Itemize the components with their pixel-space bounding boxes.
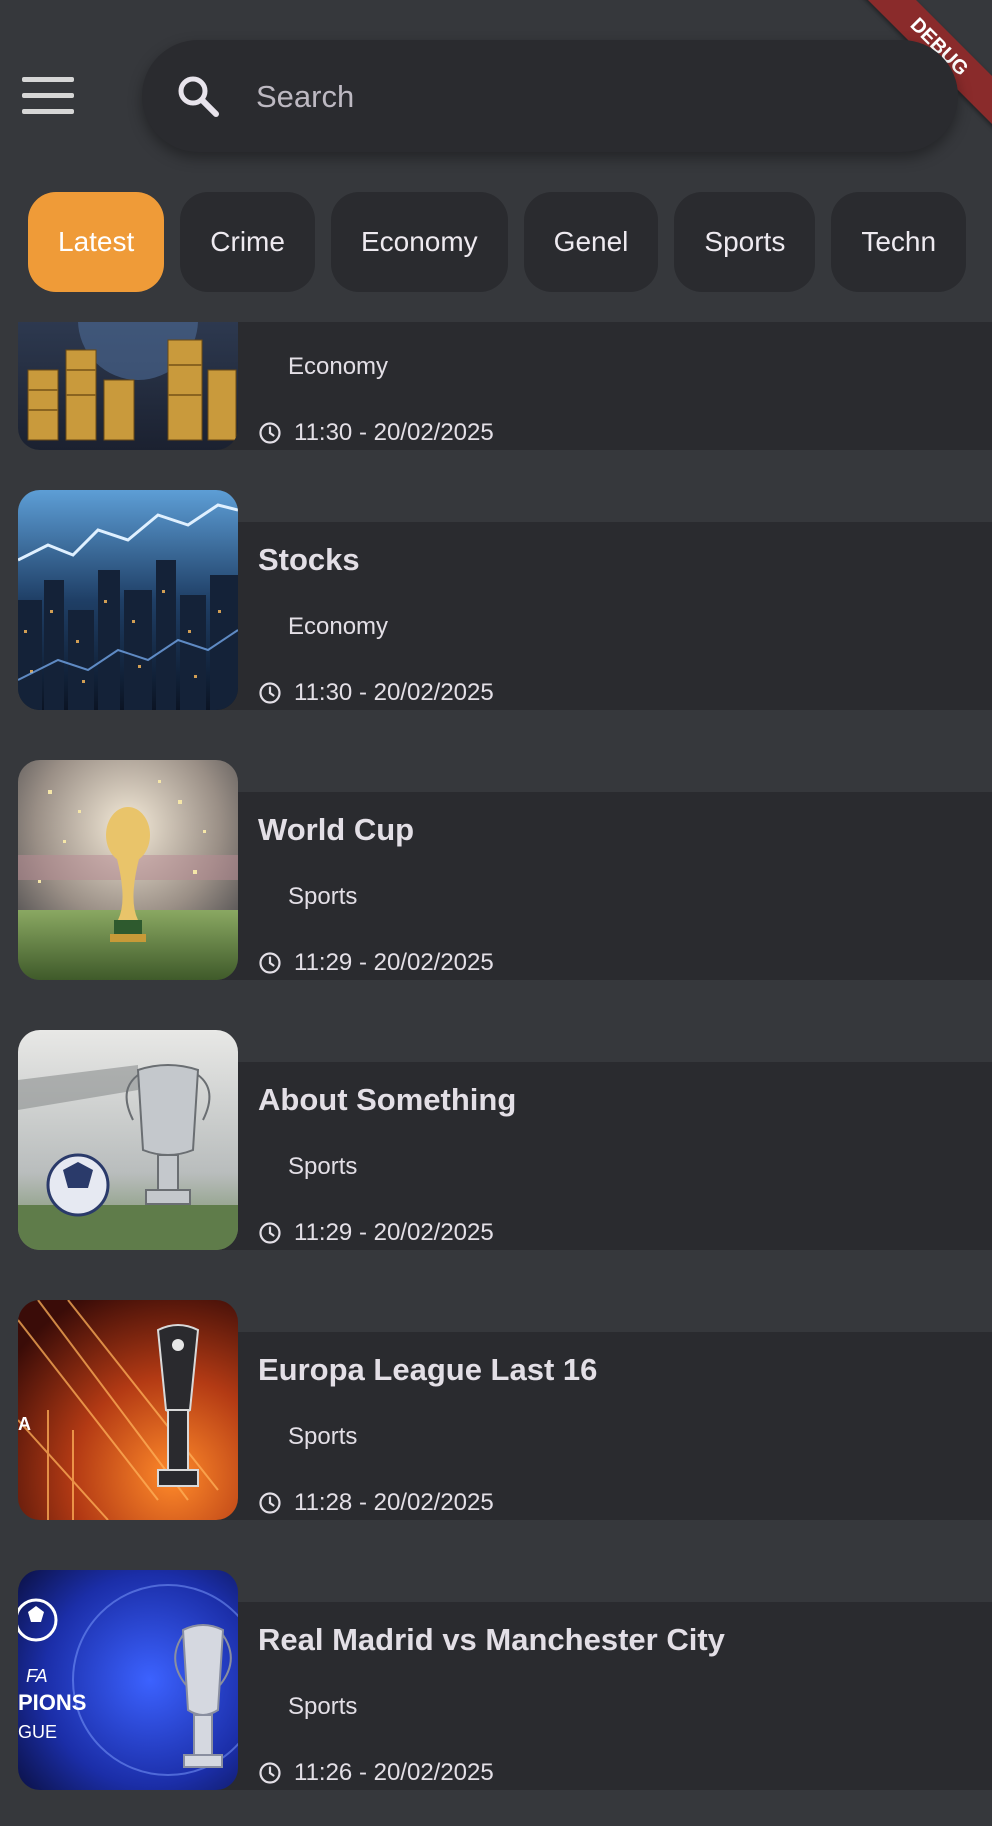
- news-time: 11:28 - 20/02/2025: [294, 1489, 494, 1516]
- news-time-row: 11:29 - 20/02/2025: [258, 1218, 494, 1248]
- news-time-row: 11:26 - 20/02/2025: [258, 1758, 494, 1788]
- news-title: About Something: [258, 1082, 517, 1117]
- category-tabs: Latest Crime Economy Genel Sports Techn: [28, 192, 968, 292]
- news-item[interactable]: A Europa League Last 16 Sports 11:28 - 2…: [0, 1300, 992, 1520]
- clock-icon: [259, 1222, 281, 1244]
- clock-icon: [259, 682, 281, 704]
- news-category: Sports: [288, 1153, 358, 1180]
- news-thumbnail: [18, 760, 238, 980]
- news-time: 11:29 - 20/02/2025: [294, 949, 494, 976]
- news-category: Economy: [288, 613, 389, 640]
- svg-text:PIONS: PIONS: [18, 1690, 86, 1715]
- menu-icon-bar: [22, 109, 74, 114]
- champions-trophy-ball-image: [18, 1030, 238, 1250]
- news-thumbnail: [18, 1030, 238, 1250]
- news-title: Real Madrid vs Manchester City: [258, 1622, 725, 1657]
- news-time: 11:30 - 20/02/2025: [294, 679, 494, 706]
- news-thumbnail: [18, 490, 238, 710]
- news-item[interactable]: Stocks Economy 11:30 - 20/02/2025: [0, 490, 992, 710]
- news-time-row: 11:29 - 20/02/2025: [258, 948, 494, 978]
- news-category: Sports: [288, 1423, 358, 1450]
- news-thumbnail: FA PIONS GUE: [18, 1570, 238, 1790]
- search-input[interactable]: [254, 66, 918, 128]
- city-stock-chart-image: [18, 490, 238, 710]
- champions-league-image: FA PIONS GUE: [18, 1570, 238, 1790]
- news-category: Sports: [288, 883, 358, 910]
- news-category: Economy: [288, 353, 389, 380]
- clock-icon: [259, 422, 281, 444]
- news-time: 11:26 - 20/02/2025: [294, 1759, 494, 1786]
- news-title: Europa League Last 16: [258, 1352, 598, 1387]
- news-title: World Cup: [258, 812, 415, 847]
- clock-icon: [259, 952, 281, 974]
- news-thumbnail: [18, 322, 238, 450]
- category-chip-latest[interactable]: Latest: [28, 192, 165, 292]
- category-chip-crime[interactable]: Crime: [180, 192, 315, 292]
- news-time-row: 11:30 - 20/02/2025: [258, 418, 494, 448]
- clock-icon: [259, 1492, 281, 1514]
- news-item[interactable]: Economy 11:30 - 20/02/2025: [0, 322, 992, 450]
- news-item[interactable]: About Something Sports 11:29 - 20/02/202…: [0, 1030, 992, 1250]
- news-time: 11:30 - 20/02/2025: [294, 419, 494, 446]
- news-time-row: 11:28 - 20/02/2025: [258, 1488, 494, 1518]
- menu-icon-bar: [22, 77, 74, 82]
- svg-text:A: A: [18, 1414, 31, 1434]
- category-chip-sports[interactable]: Sports: [674, 192, 816, 292]
- clock-icon: [259, 1762, 281, 1784]
- news-time: 11:29 - 20/02/2025: [294, 1219, 494, 1246]
- news-item[interactable]: World Cup Sports 11:29 - 20/02/2025: [0, 760, 992, 980]
- news-thumbnail: A: [18, 1300, 238, 1520]
- menu-icon[interactable]: [18, 72, 78, 120]
- news-category: Sports: [288, 1693, 358, 1720]
- app-screen: DEBUG LatestCrimeEconomyGenelSportsTechn: [0, 0, 992, 1826]
- category-chip-economy[interactable]: Economy: [330, 192, 508, 292]
- news-title: Stocks: [258, 542, 360, 577]
- news-item[interactable]: FA PIONS GUE Real Madrid vs Manchester C…: [0, 1570, 992, 1790]
- news-time-row: 11:30 - 20/02/2025: [258, 678, 494, 708]
- search-bar[interactable]: [142, 40, 958, 152]
- news-list: Economy 11:30 - 20/02/2025 Stocks Econom…: [0, 322, 992, 1826]
- europa-league-trophy-image: A: [18, 1300, 238, 1520]
- world-cup-trophy-image: [18, 760, 238, 980]
- menu-icon-bar: [22, 93, 74, 98]
- category-chip-genel[interactable]: Genel: [523, 192, 659, 292]
- coins-image: [18, 322, 238, 450]
- category-chip-technology[interactable]: Techn: [831, 192, 967, 292]
- svg-text:GUE: GUE: [18, 1722, 57, 1742]
- svg-text:FA: FA: [26, 1666, 48, 1686]
- search-icon: [178, 76, 219, 117]
